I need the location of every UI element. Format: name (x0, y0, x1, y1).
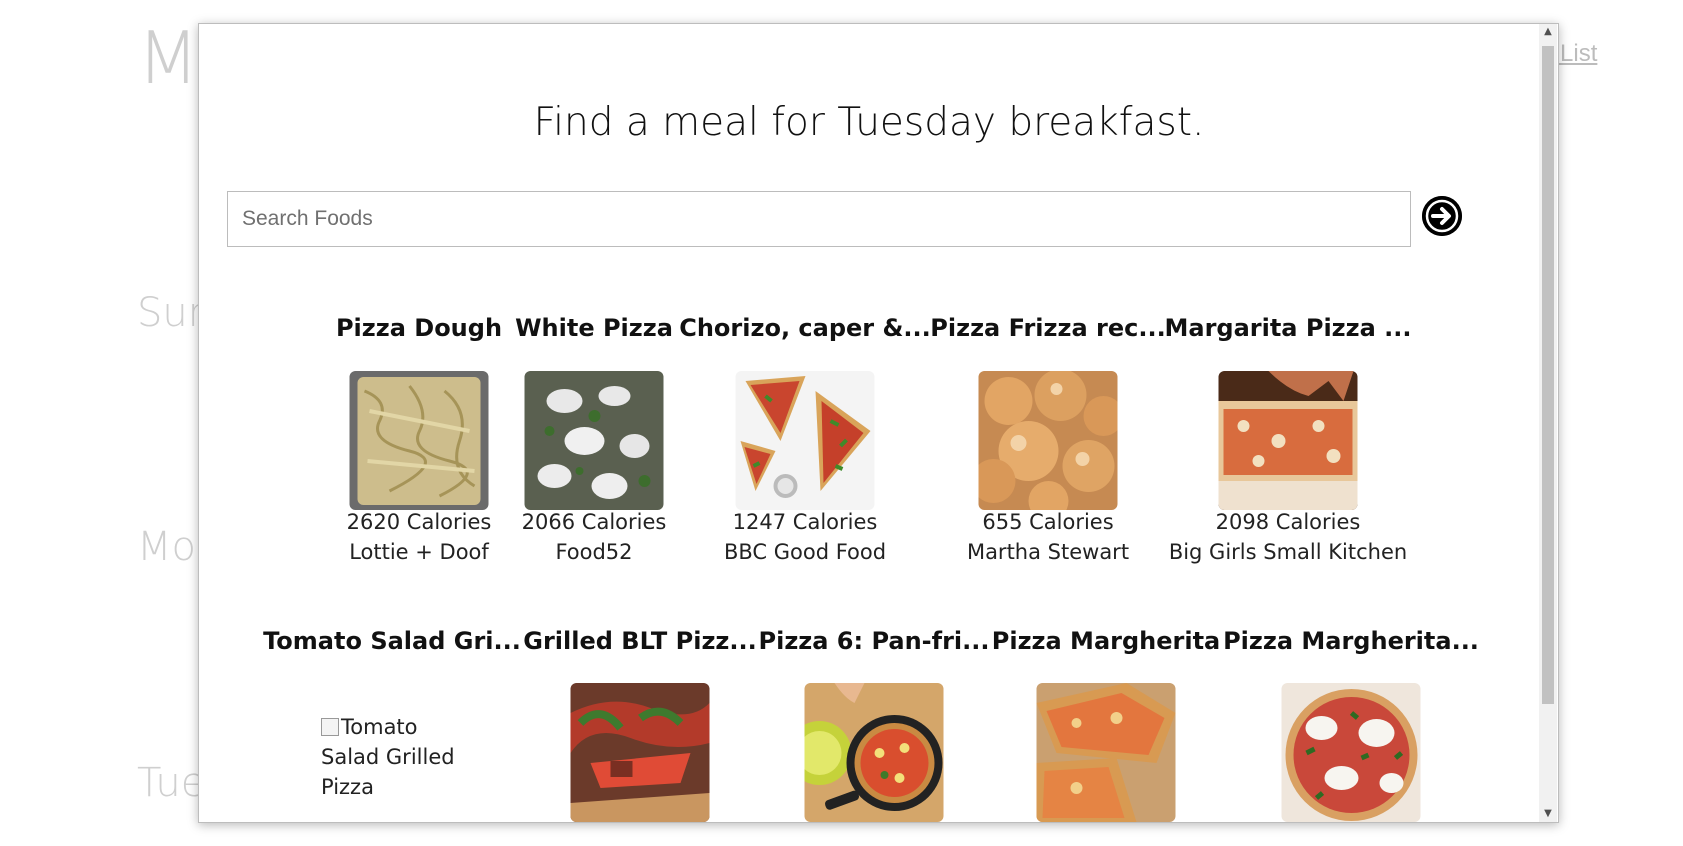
result-title[interactable]: Grilled BLT Pizz... (523, 627, 756, 655)
result-title[interactable]: Pizza 6: Pan-fri... (759, 627, 990, 655)
scroll-thumb[interactable] (1542, 46, 1554, 704)
result-image[interactable] (978, 371, 1118, 510)
result-calories: 2620 Calories (346, 510, 492, 534)
day-label-tuesday: Tue (137, 760, 206, 806)
scroll-down-arrow-icon[interactable]: ▼ (1539, 806, 1557, 822)
result-image[interactable] (349, 371, 489, 510)
day-label-monday: Mo (137, 524, 196, 570)
result-calories: 2066 Calories (521, 510, 667, 534)
meal-search-modal: Find a meal for Tuesday breakfast. Pizza… (198, 23, 1559, 823)
broken-image-icon (321, 718, 339, 736)
result-image[interactable] (1281, 683, 1421, 822)
result-source: Big Girls Small Kitchen (1168, 540, 1408, 564)
result-image-alt: Tomato Salad Grilled Pizza (321, 715, 455, 799)
result-title[interactable]: Pizza Margherita... (1223, 627, 1479, 655)
result-title[interactable]: Margarita Pizza ... (1164, 314, 1411, 342)
result-source: Food52 (555, 540, 633, 564)
result-title[interactable]: Pizza Margherita (992, 627, 1221, 655)
result-title[interactable]: Tomato Salad Gri... (263, 627, 521, 655)
result-image[interactable] (804, 683, 944, 822)
result-image[interactable] (524, 371, 664, 510)
result-calories: 1247 Calories (732, 510, 878, 534)
result-image-broken[interactable]: Tomato Salad Grilled Pizza (321, 712, 471, 802)
result-image[interactable] (1218, 371, 1358, 510)
result-source: Martha Stewart (966, 540, 1130, 564)
result-source: BBC Good Food (723, 540, 887, 564)
scroll-up-arrow-icon[interactable]: ▲ (1539, 24, 1557, 40)
result-title[interactable]: Chorizo, caper &... (679, 314, 931, 342)
search-input[interactable] (227, 191, 1411, 247)
result-image[interactable] (570, 683, 710, 822)
page-title: M (137, 16, 199, 100)
modal-heading: Find a meal for Tuesday breakfast. (533, 100, 1205, 145)
result-image[interactable] (735, 371, 875, 510)
arrow-right-circle-icon (1422, 196, 1462, 236)
result-calories: 655 Calories (982, 510, 1114, 534)
result-title[interactable]: Pizza Frizza rec... (930, 314, 1165, 342)
search-submit-button[interactable] (1422, 196, 1462, 236)
result-calories: 2098 Calories (1215, 510, 1361, 534)
result-title[interactable]: White Pizza (515, 314, 673, 342)
result-title[interactable]: Pizza Dough (336, 314, 502, 342)
modal-scrollbar[interactable]: ▲ ▼ (1539, 24, 1557, 822)
result-source: Lottie + Doof (349, 540, 489, 564)
result-image[interactable] (1036, 683, 1176, 822)
